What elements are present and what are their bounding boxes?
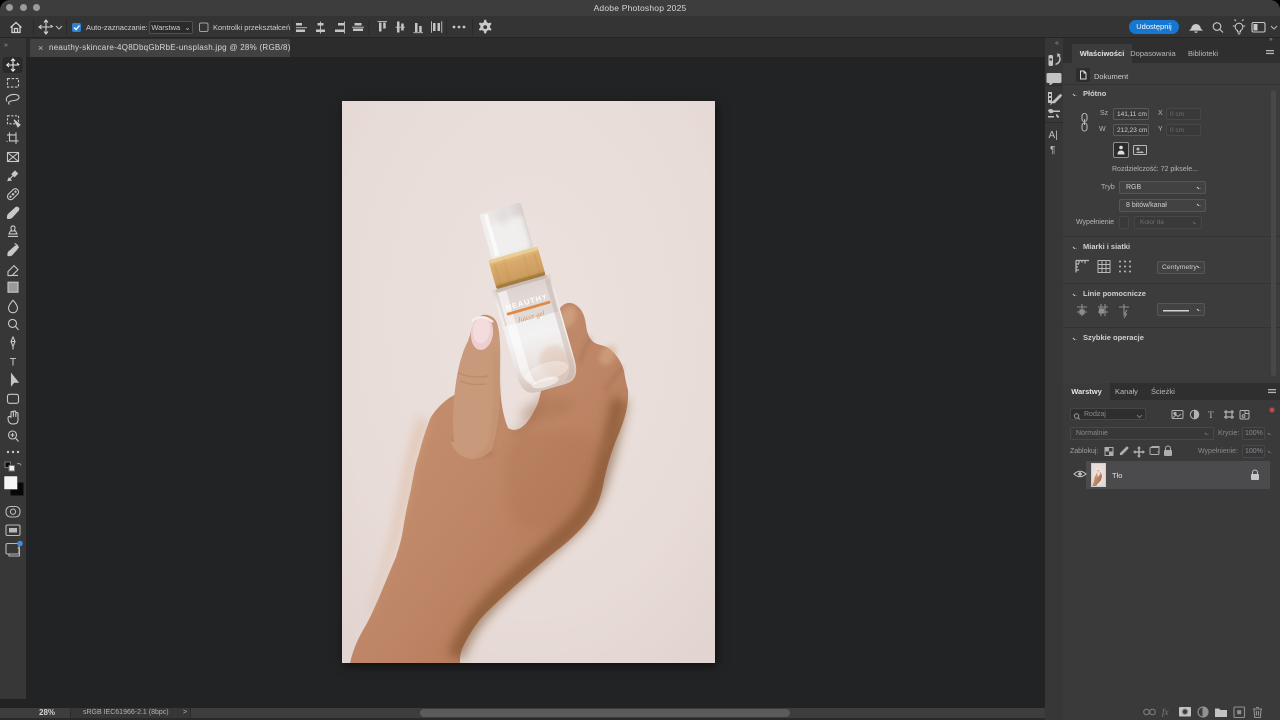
svg-text:fx: fx — [1162, 707, 1169, 717]
svg-text:»: » — [4, 42, 8, 49]
svg-text:T: T — [10, 357, 17, 369]
svg-text:«: « — [1055, 40, 1059, 47]
svg-text:T: T — [1208, 411, 1214, 421]
svg-text:¶: ¶ — [1050, 145, 1055, 156]
svg-text:A|: A| — [1049, 130, 1058, 141]
